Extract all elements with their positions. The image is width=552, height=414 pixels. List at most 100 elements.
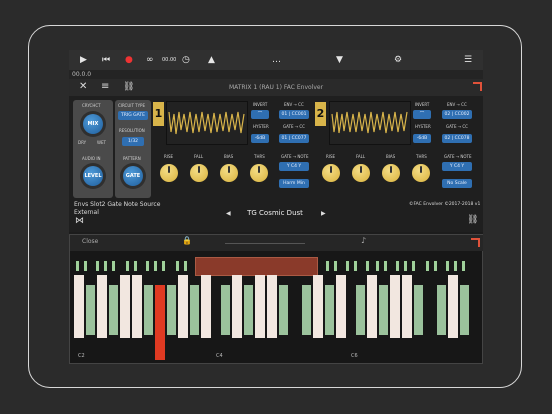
key[interactable]	[178, 275, 188, 338]
key[interactable]	[379, 285, 388, 335]
rise-2-knob[interactable]	[322, 164, 340, 182]
preset-name[interactable]: TG Cosmic Dust	[239, 209, 311, 217]
key[interactable]	[74, 275, 84, 338]
fall-2-knob[interactable]	[352, 164, 370, 182]
bias-2-knob[interactable]	[382, 164, 400, 182]
gate-cc-2-button[interactable]: 02 | CC078	[442, 134, 472, 143]
source-value-text: External	[74, 209, 99, 216]
loop-icon[interactable]: ∞	[146, 50, 154, 70]
next-preset-icon[interactable]: ▶	[321, 210, 326, 217]
invert-1-button[interactable]: ⌒	[251, 110, 269, 119]
key[interactable]	[190, 285, 199, 335]
key[interactable]	[132, 275, 142, 338]
menu-icon[interactable]: ☰	[464, 50, 472, 70]
circuit-type-button[interactable]: TRIG GATE	[118, 111, 148, 120]
circuit-panel: CIRCUIT TYPE TRIG GATE RESOLUTION 1/32 P…	[115, 100, 151, 198]
thrs-2-label: THRS	[416, 154, 427, 159]
link-icon[interactable]: ⛓	[467, 215, 478, 225]
pattern-label: PATTERN	[123, 156, 141, 161]
bowtie-icon[interactable]: ⋈	[75, 216, 84, 226]
lock-icon[interactable]: 🔒	[182, 236, 192, 245]
key[interactable]	[232, 275, 242, 338]
music-note-icon[interactable]: ♪	[361, 236, 366, 245]
rewind-icon[interactable]: ⏮	[102, 50, 110, 70]
key[interactable]	[325, 285, 334, 335]
gate-cc-1-button[interactable]: 01 | CC077	[279, 134, 309, 143]
rise-1-label: RISE	[164, 154, 174, 159]
scale-2-button[interactable]: No Scale	[442, 179, 472, 188]
play-icon[interactable]: ▶	[80, 50, 87, 70]
hyster-2-button[interactable]: -6dB	[413, 134, 431, 143]
gate-note-2-label: GATE → NOTE	[444, 154, 472, 159]
key[interactable]	[356, 285, 365, 335]
more-icon[interactable]: …	[272, 50, 281, 70]
resolution-button[interactable]: 1/32	[122, 137, 144, 146]
up-arrow-icon[interactable]: ▲	[208, 50, 215, 70]
invert-2-button[interactable]: ⌒	[413, 110, 431, 119]
keyboard-range-selector[interactable]	[195, 257, 318, 276]
key[interactable]	[109, 285, 118, 335]
transport-bar: ▶ ⏮ ● ∞ 00.00 ◷ ▲ … ▼ ⚙ ☰	[69, 50, 483, 70]
metronome-icon[interactable]: ◷	[182, 50, 190, 70]
key[interactable]	[201, 275, 211, 338]
level-knob[interactable]: LEVEL	[80, 163, 106, 189]
mix-knob[interactable]: MIX	[80, 111, 106, 137]
key[interactable]	[97, 275, 107, 338]
keyboard-slider[interactable]	[225, 243, 305, 244]
mini-key	[76, 261, 79, 271]
mini-key	[454, 261, 457, 271]
env-cc-1-button[interactable]: 01 | CC001	[279, 110, 309, 119]
keyboard-toolbar: Close 🔒 ♪	[70, 235, 483, 251]
key[interactable]	[255, 275, 265, 338]
mini-key	[96, 261, 99, 271]
hyster-1-button[interactable]: -6dB	[251, 134, 269, 143]
thrs-2-knob[interactable]	[412, 164, 430, 182]
key[interactable]	[336, 275, 346, 338]
record-icon[interactable]: ●	[125, 50, 133, 70]
channel-1-badge: 1	[153, 102, 164, 126]
env-cc-2-button[interactable]: 02 | CC002	[442, 110, 472, 119]
settings-icon[interactable]: ⚙	[394, 50, 402, 70]
key[interactable]	[390, 275, 400, 338]
mini-key	[112, 261, 115, 271]
rise-1-knob[interactable]	[160, 164, 178, 182]
octave-label-c4: C4	[216, 353, 223, 359]
key[interactable]	[267, 275, 277, 338]
gate-note-1-button[interactable]: Y C4 Y	[279, 162, 309, 171]
key[interactable]	[221, 285, 230, 335]
key[interactable]	[279, 285, 288, 335]
bias-1-knob[interactable]	[220, 164, 238, 182]
key[interactable]	[414, 285, 423, 335]
gate-note-2-button[interactable]: Y C4 Y	[442, 162, 472, 171]
close-keyboard-button[interactable]: Close	[82, 238, 98, 245]
key[interactable]	[167, 285, 176, 335]
thrs-1-label: THRS	[254, 154, 265, 159]
plugin-header: ✕ ≡ ⛓ MATRIX 1 (RAU 1) FAC Envolver	[69, 79, 483, 97]
prev-preset-icon[interactable]: ◀	[226, 210, 231, 217]
key[interactable]	[367, 275, 377, 338]
key[interactable]	[244, 285, 253, 335]
key[interactable]	[460, 285, 469, 335]
key[interactable]	[402, 275, 412, 338]
env-cc-1-label: ENV → CC	[284, 102, 304, 107]
key[interactable]	[437, 285, 446, 335]
key[interactable]	[120, 275, 130, 338]
key[interactable]	[302, 285, 311, 335]
mini-key	[84, 261, 87, 271]
key[interactable]	[86, 285, 95, 335]
mini-key	[446, 261, 449, 271]
key-pressed[interactable]	[155, 285, 165, 360]
mini-key	[434, 261, 437, 271]
gate-knob[interactable]: GATE	[120, 163, 146, 189]
scale-1-button[interactable]: Harm Min	[279, 179, 309, 188]
mini-key	[426, 261, 429, 271]
key[interactable]	[144, 285, 153, 335]
fall-1-knob[interactable]	[190, 164, 208, 182]
key[interactable]	[313, 275, 323, 338]
gate-knob-label: GATE	[123, 166, 143, 186]
dropdown-icon[interactable]: ▼	[336, 50, 343, 70]
thrs-1-knob[interactable]	[250, 164, 268, 182]
mini-key	[326, 261, 329, 271]
key[interactable]	[448, 275, 458, 338]
mini-key	[354, 261, 357, 271]
